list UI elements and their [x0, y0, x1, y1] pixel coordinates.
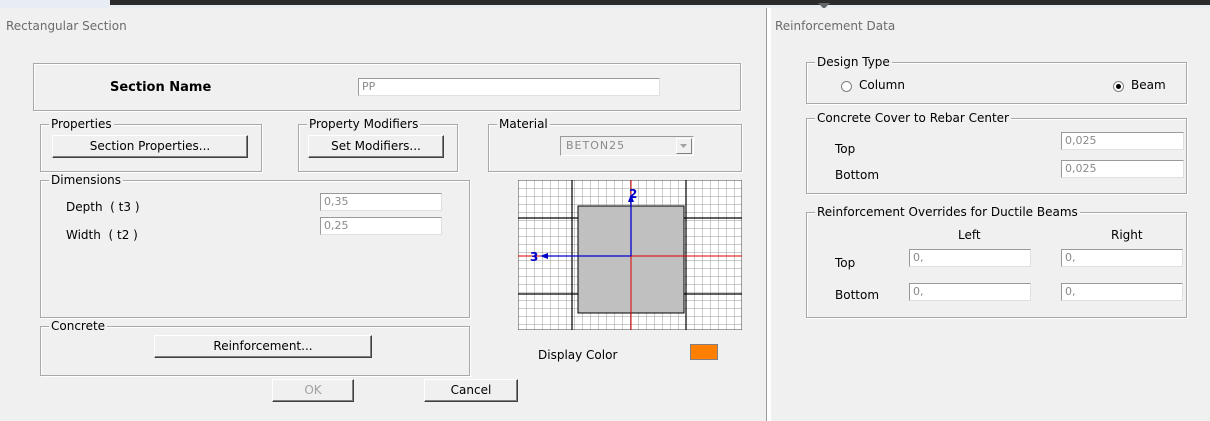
cover-top-input[interactable]: 0,025 — [1061, 132, 1184, 150]
axis-2-label: 2 — [629, 187, 637, 201]
dialog-title: Rectangular Section — [6, 19, 127, 33]
display-color-label: Display Color — [538, 348, 618, 362]
section-preview: 2 3 — [517, 179, 743, 331]
concrete-cover-group: Concrete Cover to Rebar Center — [806, 111, 1187, 194]
design-type-legend: Design Type — [815, 55, 892, 69]
dimensions-legend: Dimensions — [49, 173, 124, 187]
depth-label: Depth ( t3 ) — [66, 200, 140, 214]
beam-label: Beam — [1131, 78, 1166, 92]
cancel-button[interactable]: Cancel — [424, 379, 518, 402]
display-color-swatch[interactable] — [690, 344, 718, 360]
reinforcement-data-dialog: Reinforcement Data Design Type Column Be… — [771, 8, 1210, 421]
ok-button[interactable]: OK — [272, 379, 354, 402]
cover-bottom-input[interactable]: 0,025 — [1061, 160, 1184, 178]
override-top-right-input[interactable]: 0, — [1061, 249, 1183, 267]
dialog-title: Reinforcement Data — [775, 19, 896, 33]
column-label: Column — [859, 78, 905, 92]
right-column-header: Right — [1111, 228, 1143, 242]
width-label: Width ( t2 ) — [66, 228, 138, 242]
override-bottom-right-input[interactable]: 0, — [1061, 283, 1183, 301]
background-titlebar — [110, 0, 1210, 5]
section-name-label: Section Name — [110, 80, 212, 95]
section-preview-canvas: 2 3 — [517, 179, 743, 331]
beam-radio[interactable] — [1113, 81, 1124, 92]
properties-legend: Properties — [49, 117, 114, 131]
axis-3-label: 3 — [530, 250, 538, 264]
depth-input[interactable]: 0,35 — [320, 193, 442, 211]
override-bottom-left-input[interactable]: 0, — [909, 283, 1031, 301]
concrete-legend: Concrete — [49, 319, 108, 333]
override-top-left-input[interactable]: 0, — [909, 249, 1031, 267]
rectangular-section-dialog: Rectangular Section Section Name PP Prop… — [0, 8, 766, 421]
cover-top-label: Top — [835, 142, 856, 156]
material-select[interactable]: BETON25 — [560, 136, 694, 156]
material-value: BETON25 — [566, 139, 626, 152]
override-top-label: Top — [835, 256, 856, 270]
concrete-cover-legend: Concrete Cover to Rebar Center — [815, 111, 1011, 125]
ductile-overrides-legend: Reinforcement Overrides for Ductile Beam… — [815, 205, 1080, 219]
width-input[interactable]: 0,25 — [320, 217, 442, 235]
material-legend: Material — [497, 117, 550, 131]
reinforcement-button[interactable]: Reinforcement... — [154, 335, 372, 358]
cover-bottom-label: Bottom — [835, 168, 880, 182]
set-modifiers-button[interactable]: Set Modifiers... — [308, 135, 444, 158]
column-radio[interactable] — [841, 81, 852, 92]
chevron-down-icon[interactable] — [676, 138, 692, 154]
left-column-header: Left — [958, 228, 981, 242]
override-bottom-label: Bottom — [835, 288, 880, 302]
section-name-input[interactable]: PP — [358, 78, 660, 96]
section-properties-button[interactable]: Section Properties... — [52, 135, 248, 158]
property-modifiers-legend: Property Modifiers — [307, 117, 421, 131]
